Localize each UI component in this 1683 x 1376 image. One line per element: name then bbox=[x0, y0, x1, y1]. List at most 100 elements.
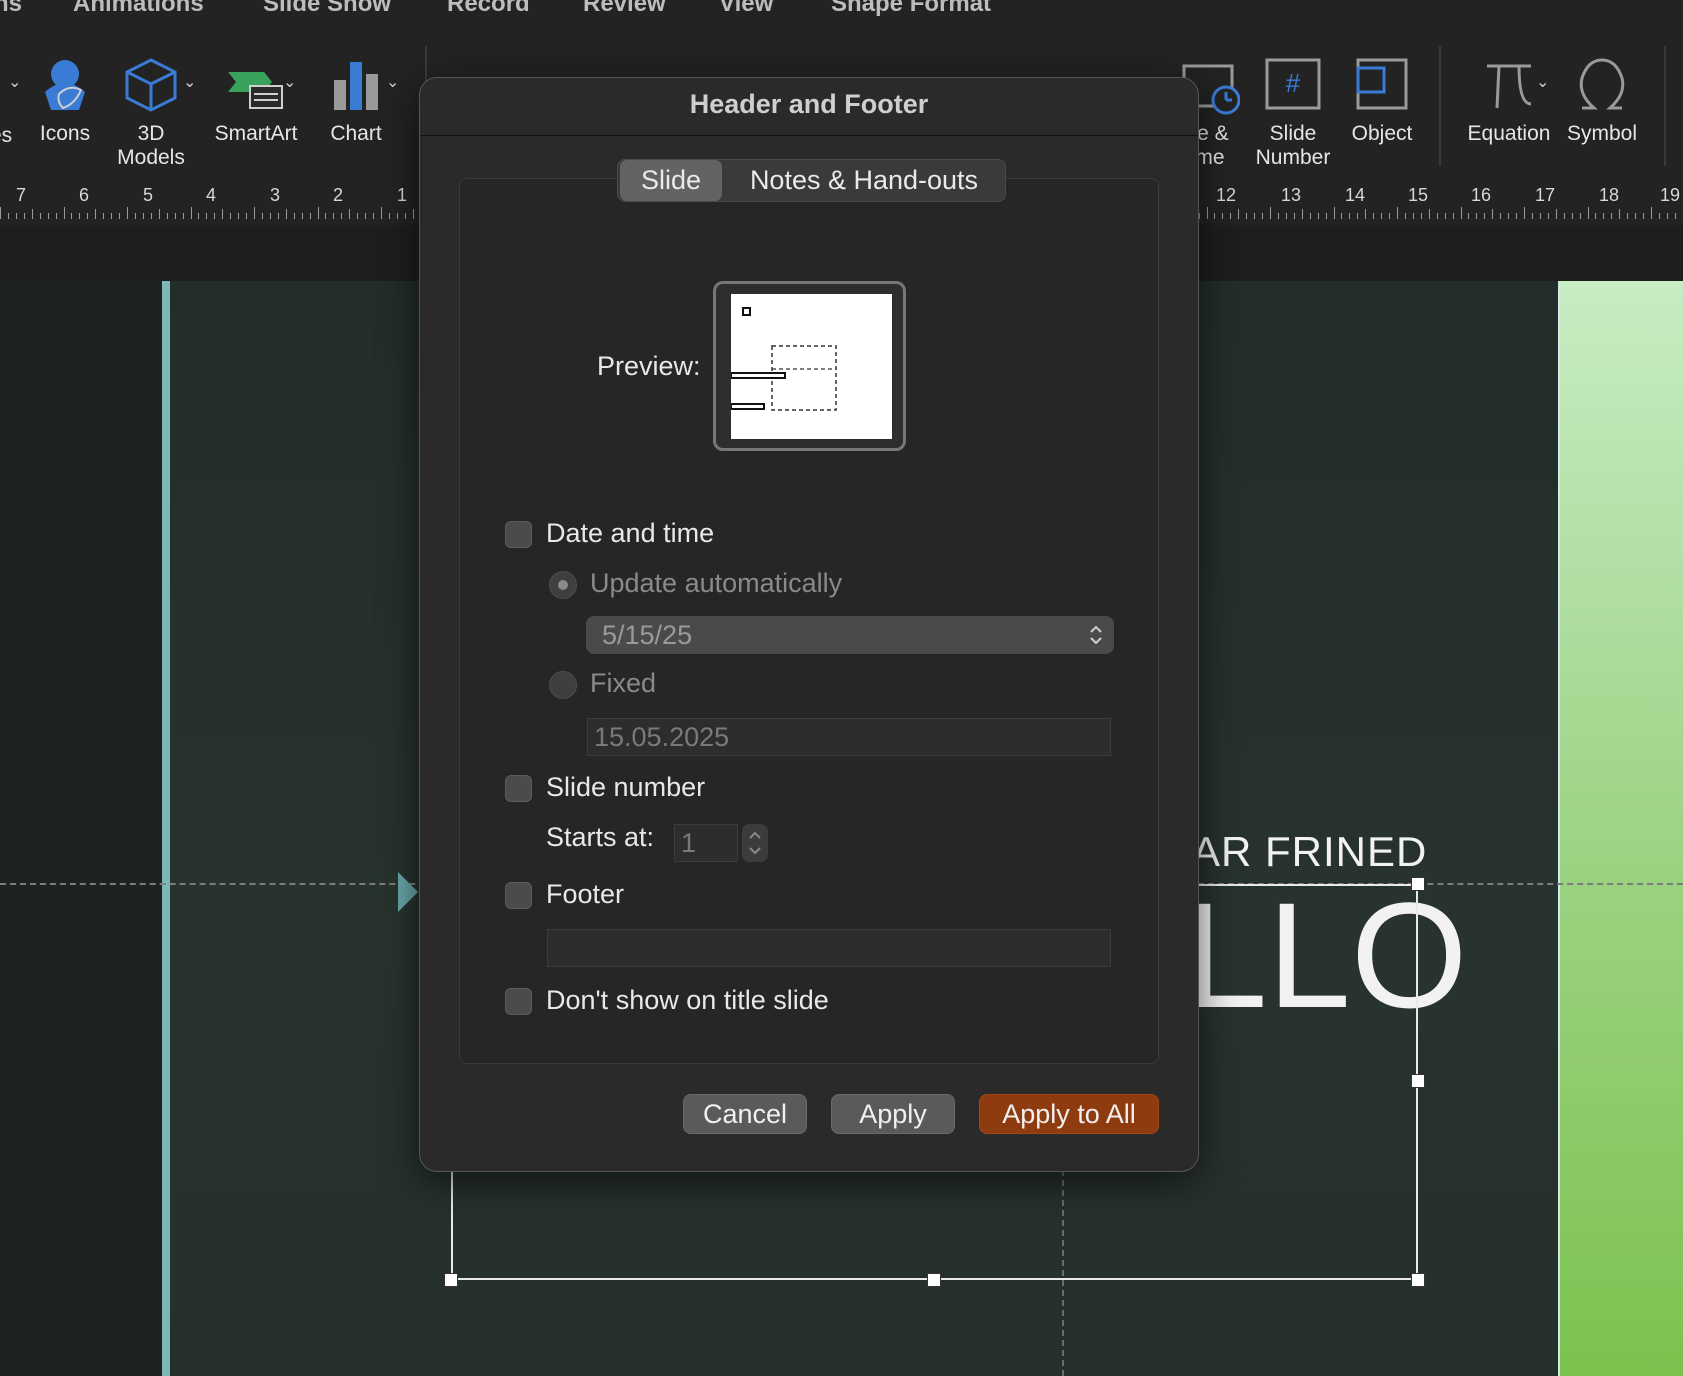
slide-number-icon: # bbox=[1265, 58, 1321, 110]
ruler-tick bbox=[1318, 213, 1319, 219]
ruler-tick bbox=[238, 213, 239, 219]
ruler-tick bbox=[1230, 213, 1231, 219]
chevron-down-icon[interactable]: ⌄ bbox=[386, 72, 399, 92]
ruler-tick bbox=[1357, 213, 1358, 219]
chart-button[interactable]: Chart bbox=[316, 54, 396, 146]
ruler-number: 4 bbox=[206, 185, 217, 205]
ruler-number: 6 bbox=[79, 185, 90, 205]
ruler-number: 14 bbox=[1345, 185, 1366, 205]
icons-button[interactable]: Icons bbox=[30, 54, 100, 146]
tab-shape-format[interactable]: Shape Format bbox=[831, 0, 991, 18]
icons-label: Icons bbox=[39, 122, 91, 145]
ruler-tick bbox=[397, 213, 398, 219]
date-time-checkbox[interactable] bbox=[505, 521, 532, 548]
ruler-tick bbox=[1532, 213, 1533, 219]
ruler-tick bbox=[1564, 213, 1565, 219]
ruler-tick bbox=[71, 213, 72, 219]
ruler-tick bbox=[1627, 213, 1628, 219]
ruler-tick bbox=[1468, 213, 1469, 219]
equation-label: Equation bbox=[1467, 122, 1551, 145]
ruler-tick bbox=[127, 207, 128, 219]
resize-handle[interactable] bbox=[1411, 1273, 1425, 1287]
ruler-tick bbox=[1310, 213, 1311, 219]
symbol-label: Symbol bbox=[1566, 122, 1638, 145]
tab-slide-show[interactable]: Slide Show bbox=[263, 0, 391, 18]
starts-at-label: Starts at: bbox=[546, 822, 655, 852]
ruler-number: 7 bbox=[16, 185, 27, 205]
update-automatically-label: Update automatically bbox=[590, 568, 843, 598]
starts-at-stepper[interactable] bbox=[742, 824, 768, 862]
ribbon-partial-button[interactable]: es bbox=[0, 124, 12, 148]
ruler-tick bbox=[349, 209, 350, 219]
resize-handle[interactable] bbox=[1411, 1074, 1425, 1088]
chart-label: Chart bbox=[330, 122, 382, 145]
ruler-tick bbox=[1635, 213, 1636, 219]
slide-number-checkbox[interactable] bbox=[505, 775, 532, 802]
symbol-button[interactable]: Symbol bbox=[1560, 54, 1644, 146]
chevron-down-icon[interactable]: ⌄ bbox=[183, 72, 196, 92]
fixed-radio[interactable] bbox=[549, 671, 577, 699]
ruler-tick bbox=[1278, 213, 1279, 219]
footer-label: Footer bbox=[546, 879, 625, 909]
ruler-tick bbox=[381, 207, 382, 219]
equation-button[interactable]: Equation bbox=[1462, 54, 1556, 146]
footer-input[interactable] bbox=[547, 929, 1111, 967]
ruler-tick bbox=[1381, 213, 1382, 219]
tab-animations[interactable]: Animations bbox=[73, 0, 204, 18]
chevron-down-icon[interactable]: ⌄ bbox=[1536, 72, 1549, 92]
apply-button[interactable]: Apply bbox=[831, 1094, 955, 1134]
tab-record[interactable]: Record bbox=[447, 0, 530, 18]
tab-slide[interactable]: Slide bbox=[620, 160, 722, 201]
ruler-tick bbox=[40, 213, 41, 219]
chart-icon bbox=[334, 62, 378, 110]
starts-at-input[interactable]: 1 bbox=[674, 824, 738, 862]
ruler-tick bbox=[1580, 213, 1581, 219]
svg-text:#: # bbox=[1286, 68, 1301, 98]
ruler-tick bbox=[357, 213, 358, 219]
slide-number-label-1: Slide bbox=[1269, 122, 1317, 145]
update-automatically-radio[interactable] bbox=[549, 571, 577, 599]
ruler-number: 13 bbox=[1281, 185, 1302, 205]
icons-icon bbox=[45, 60, 85, 110]
ruler-number: 15 bbox=[1408, 185, 1429, 205]
ruler-tick bbox=[246, 213, 247, 219]
ruler-number: 5 bbox=[143, 185, 154, 205]
ruler-tick bbox=[1341, 213, 1342, 219]
chevron-down-icon[interactable]: ⌄ bbox=[283, 72, 296, 92]
3d-models-label-1: 3D bbox=[137, 122, 165, 145]
fixed-label: Fixed bbox=[590, 668, 657, 698]
tab-partial[interactable]: ns bbox=[0, 0, 22, 18]
ruler-tick bbox=[167, 213, 168, 219]
smartart-button[interactable]: SmartArt bbox=[206, 54, 306, 146]
ruler-tick bbox=[1437, 213, 1438, 219]
ruler-number: 18 bbox=[1599, 185, 1620, 205]
resize-handle[interactable] bbox=[1411, 877, 1425, 891]
fixed-date-input[interactable]: 15.05.2025 bbox=[587, 718, 1111, 756]
resize-handle[interactable] bbox=[927, 1273, 941, 1287]
dont-show-on-title-checkbox[interactable] bbox=[505, 988, 532, 1015]
ruler-tick bbox=[1429, 209, 1430, 219]
3d-models-button[interactable]: 3D Models bbox=[108, 54, 194, 170]
ruler-tick bbox=[318, 207, 319, 219]
date-format-select[interactable]: 5/15/25 bbox=[586, 616, 1114, 654]
3d-models-icon bbox=[125, 58, 177, 112]
ruler-tick bbox=[56, 213, 57, 219]
ruler-tick bbox=[1667, 213, 1668, 219]
slide-number-button[interactable]: # Slide Number bbox=[1250, 54, 1336, 170]
date-time-label: Date and time bbox=[546, 518, 715, 548]
tab-notes-handouts[interactable]: Notes & Hand-outs bbox=[724, 160, 1004, 201]
date-format-value: 5/15/25 bbox=[602, 620, 693, 650]
smartart-label: SmartArt bbox=[214, 122, 298, 145]
cancel-button[interactable]: Cancel bbox=[683, 1094, 807, 1134]
resize-handle[interactable] bbox=[444, 1273, 458, 1287]
slide-subtitle[interactable]: AR FRINED bbox=[1192, 828, 1427, 876]
tab-review[interactable]: Review bbox=[583, 0, 666, 18]
object-button[interactable]: Object bbox=[1342, 54, 1422, 146]
ruler-tick bbox=[1548, 213, 1549, 219]
footer-checkbox[interactable] bbox=[505, 882, 532, 909]
tab-view[interactable]: View bbox=[719, 0, 773, 18]
ruler-tick bbox=[230, 213, 231, 219]
chevron-down-icon[interactable]: ⌄ bbox=[8, 72, 21, 92]
apply-to-all-button[interactable]: Apply to All bbox=[979, 1094, 1159, 1134]
ribbon-separator bbox=[1439, 46, 1441, 166]
